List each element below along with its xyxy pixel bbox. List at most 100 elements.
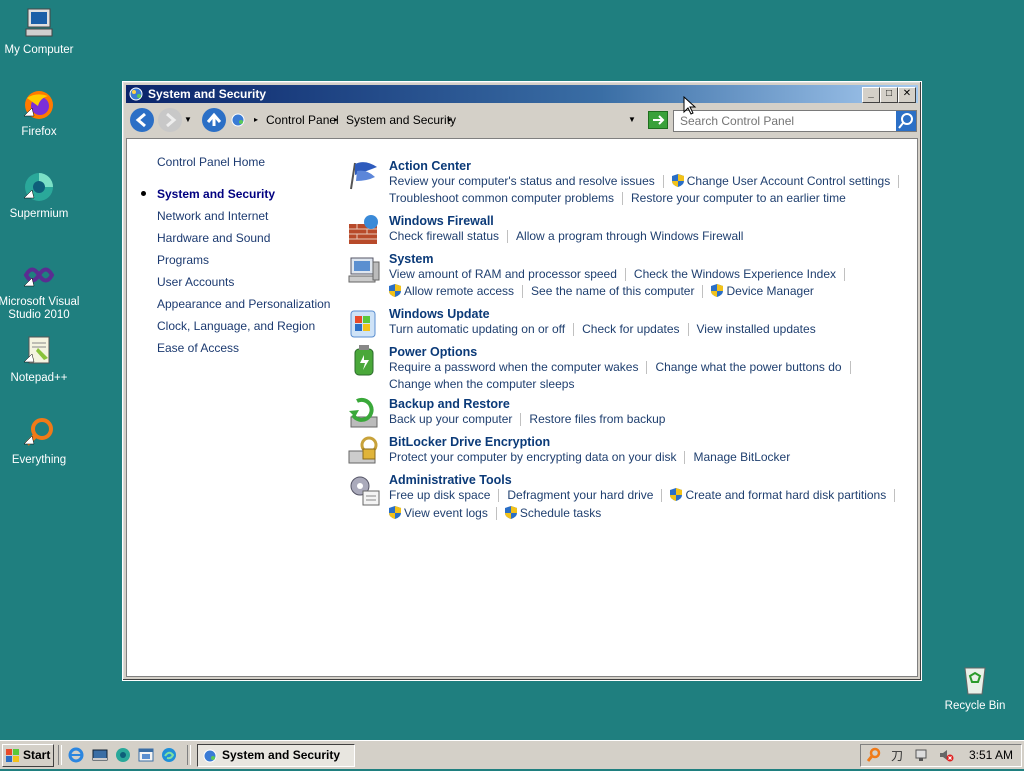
link-separator: [844, 268, 846, 282]
desktop-icon-recycle-bin[interactable]: Recycle Bin: [933, 662, 1017, 713]
link-disk-partitions[interactable]: Create and format hard disk partitions: [685, 488, 886, 502]
category-title[interactable]: BitLocker Drive Encryption: [389, 435, 550, 449]
link-free-disk-space[interactable]: Free up disk space: [389, 488, 490, 502]
bitlocker-icon: [347, 435, 381, 469]
link-event-logs[interactable]: View event logs: [404, 506, 488, 520]
minimize-button[interactable]: _: [862, 87, 880, 103]
sidebar-item-network-and-internet[interactable]: Network and Internet: [157, 209, 268, 223]
supermium-quicklaunch-icon[interactable]: [115, 747, 131, 763]
clock[interactable]: 3:51 AM: [969, 748, 1013, 762]
link-row: Review your computer's status and resolv…: [389, 174, 907, 189]
explorer-quicklaunch-icon[interactable]: [138, 747, 154, 763]
content-pane: Control Panel Home System and Security N…: [126, 138, 918, 677]
category-title[interactable]: Backup and Restore: [389, 397, 510, 411]
link-row: View event logs Schedule tasks: [389, 506, 601, 521]
sidebar-item-ease-of-access[interactable]: Ease of Access: [157, 341, 239, 355]
sidebar-item-appearance[interactable]: Appearance and Personalization: [157, 297, 330, 311]
link-device-manager[interactable]: Device Manager: [726, 284, 813, 298]
category-title[interactable]: Action Center: [389, 159, 471, 173]
link-change-uac[interactable]: Change User Account Control settings: [687, 174, 890, 188]
link-manage-bitlocker[interactable]: Manage BitLocker: [693, 450, 790, 464]
address-dropdown-icon[interactable]: ▼: [628, 110, 636, 130]
link-troubleshoot[interactable]: Troubleshoot common computer problems: [389, 191, 614, 205]
desktop-icon-supermium[interactable]: Supermium: [0, 170, 81, 221]
refresh-button[interactable]: [648, 111, 668, 129]
link-restore-computer[interactable]: Restore your computer to an earlier time: [631, 191, 846, 205]
sidebar-item-system-and-security[interactable]: System and Security: [157, 187, 275, 201]
edge-quicklaunch-icon[interactable]: [161, 747, 177, 763]
link-back-up[interactable]: Back up your computer: [389, 412, 512, 426]
breadcrumb-separator-icon: ▸: [254, 115, 259, 124]
link-view-ram[interactable]: View amount of RAM and processor speed: [389, 267, 617, 281]
sidebar-item-control-panel-home[interactable]: Control Panel Home: [157, 155, 265, 169]
control-panel-icon: [128, 86, 144, 102]
link-experience-index[interactable]: Check the Windows Experience Index: [634, 267, 836, 281]
category-title[interactable]: Power Options: [389, 345, 477, 359]
backup-icon: [347, 397, 381, 431]
volume-muted-tray-icon[interactable]: [938, 747, 954, 763]
desktop-icon-everything[interactable]: Everything: [0, 416, 81, 467]
link-separator: [894, 489, 896, 503]
forward-button[interactable]: [158, 108, 182, 132]
start-button[interactable]: Start: [2, 744, 54, 767]
breadcrumb-system-and-security[interactable]: System and Security: [346, 110, 456, 130]
breadcrumb-control-panel[interactable]: Control Panel: [266, 110, 339, 130]
link-separator: [684, 451, 686, 465]
power-options-icon: [347, 345, 381, 379]
link-separator: [662, 175, 664, 189]
sidebar-item-user-accounts[interactable]: User Accounts: [157, 275, 234, 289]
search-button[interactable]: [896, 111, 916, 131]
category-title[interactable]: Windows Firewall: [389, 214, 494, 228]
up-button[interactable]: [202, 108, 226, 132]
recycle-bin-icon: [958, 662, 992, 696]
history-dropdown-icon[interactable]: ▼: [184, 115, 192, 124]
link-protect-encrypting[interactable]: Protect your computer by encrypting data…: [389, 450, 676, 464]
link-check-firewall[interactable]: Check firewall status: [389, 229, 499, 243]
sidebar-item-clock-language-region[interactable]: Clock, Language, and Region: [157, 319, 315, 333]
link-review-status[interactable]: Review your computer's status and resolv…: [389, 174, 655, 188]
everything-search-icon: [22, 416, 56, 450]
close-button[interactable]: ✕: [898, 87, 916, 103]
desktop-icon-visual-studio[interactable]: Microsoft Visual Studio 2010: [0, 258, 81, 322]
show-desktop-icon[interactable]: [92, 747, 108, 763]
sidebar-item-hardware-and-sound[interactable]: Hardware and Sound: [157, 231, 270, 245]
link-automatic-updating[interactable]: Turn automatic updating on or off: [389, 322, 565, 336]
back-button[interactable]: [130, 108, 154, 132]
category-title[interactable]: Windows Update: [389, 307, 490, 321]
desktop-icon-notepadpp[interactable]: Notepad++: [0, 334, 81, 385]
address-bar[interactable]: ▸ Control Panel ▸ System and Security ▸ …: [230, 110, 668, 130]
network-tray-icon[interactable]: [914, 747, 930, 763]
link-computer-sleeps[interactable]: Change when the computer sleeps: [389, 377, 574, 391]
desktop-icon-label: Recycle Bin: [944, 700, 1006, 712]
system-icon: [347, 252, 381, 286]
link-allow-remote[interactable]: Allow remote access: [404, 284, 514, 298]
link-allow-program[interactable]: Allow a program through Windows Firewall: [516, 229, 743, 243]
link-power-buttons[interactable]: Change what the power buttons do: [655, 360, 841, 374]
category-title[interactable]: System: [389, 252, 433, 266]
link-schedule-tasks[interactable]: Schedule tasks: [520, 506, 601, 520]
search-tray-icon[interactable]: [866, 747, 882, 763]
link-computer-name[interactable]: See the name of this computer: [531, 284, 694, 298]
maximize-button[interactable]: □: [880, 87, 898, 103]
link-restore-files[interactable]: Restore files from backup: [529, 412, 665, 426]
system-tray: 刀 3:51 AM: [860, 744, 1022, 767]
link-check-updates[interactable]: Check for updates: [582, 322, 679, 336]
internet-explorer-icon[interactable]: [68, 747, 84, 763]
link-separator: [898, 175, 900, 189]
desktop-icon-firefox[interactable]: Firefox: [0, 88, 81, 139]
link-defragment[interactable]: Defragment your hard drive: [507, 488, 653, 502]
desktop-icon-my-computer[interactable]: My Computer: [0, 6, 81, 57]
link-separator: [687, 323, 689, 337]
link-installed-updates[interactable]: View installed updates: [697, 322, 816, 336]
link-separator: [507, 230, 509, 244]
desktop-icon-label: My Computer: [4, 44, 74, 56]
search-input[interactable]: [674, 111, 896, 131]
window-titlebar[interactable]: System and Security _ □ ✕: [126, 85, 918, 103]
uac-shield-icon: [389, 506, 401, 519]
admin-tools-icon: [347, 473, 381, 507]
category-title[interactable]: Administrative Tools: [389, 473, 512, 487]
keyboard-tray-icon[interactable]: 刀: [890, 747, 906, 763]
link-require-password[interactable]: Require a password when the computer wak…: [389, 360, 638, 374]
sidebar-item-programs[interactable]: Programs: [157, 253, 209, 267]
taskbar-window-button[interactable]: System and Security: [197, 744, 355, 767]
